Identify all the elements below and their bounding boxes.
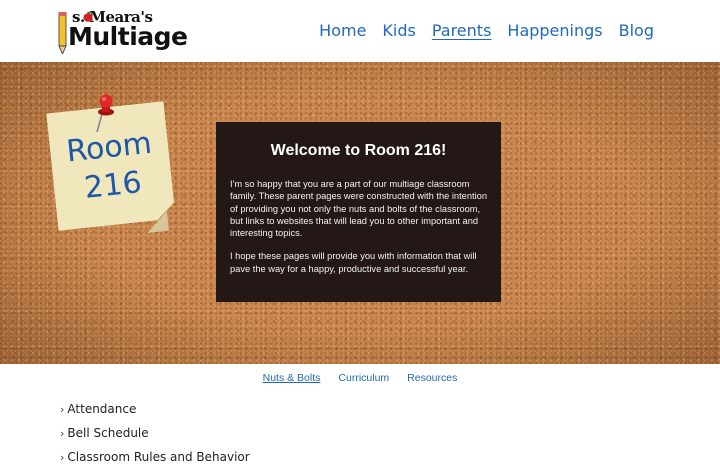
tab-resources[interactable]: Resources — [407, 372, 457, 384]
welcome-box: Welcome to Room 216! I'm so happy that y… — [216, 122, 501, 302]
welcome-title: Welcome to Room 216! — [270, 142, 447, 159]
list-item-attendance[interactable]: › Attendance — [60, 399, 250, 423]
list-item-label: Bell Schedule — [67, 426, 149, 440]
list-item-bell-schedule[interactable]: › Bell Schedule — [60, 423, 250, 447]
nav-parents[interactable]: Parents — [432, 21, 492, 40]
accordion-list: › Attendance › Bell Schedule › Classroom Ru… — [60, 399, 250, 468]
logo-line-2: Multiage — [68, 22, 188, 51]
nav-home[interactable]: Home — [319, 21, 366, 40]
site-header: s. Meara's Multiage Home Kids Parents Ha… — [0, 0, 720, 62]
chevron-right-icon: › — [60, 403, 65, 416]
list-item-label: Classroom Rules and Behavior — [67, 450, 250, 464]
chevron-right-icon: › — [60, 427, 65, 440]
chevron-right-icon: › — [60, 451, 65, 464]
welcome-paragraph-1: I'm so happy that you are a part of our … — [230, 179, 488, 239]
welcome-paragraph-2: I hope these pages will provide you with… — [230, 251, 477, 274]
sticky-note-text: Room 216 — [48, 123, 173, 211]
apple-icon — [83, 11, 93, 22]
list-item-classroom-rules[interactable]: › Classroom Rules and Behavior — [60, 447, 250, 468]
tab-curriculum[interactable]: Curriculum — [338, 372, 389, 384]
tab-nuts-and-bolts[interactable]: Nuts & Bolts — [263, 372, 321, 384]
section-tabs: Nuts & Bolts Curriculum Resources — [0, 372, 720, 384]
pencil-icon — [58, 12, 67, 54]
nav-kids[interactable]: Kids — [382, 21, 415, 40]
site-logo[interactable]: s. Meara's Multiage — [58, 8, 188, 56]
main-nav: Home Kids Parents Happenings Blog — [319, 21, 654, 40]
nav-happenings[interactable]: Happenings — [507, 21, 602, 40]
corkboard-hero: Room 216 Welcome to Room 216! I'm so hap… — [0, 62, 720, 364]
push-pin-icon — [96, 94, 114, 133]
list-item-label: Attendance — [67, 402, 137, 416]
nav-blog[interactable]: Blog — [619, 21, 654, 40]
